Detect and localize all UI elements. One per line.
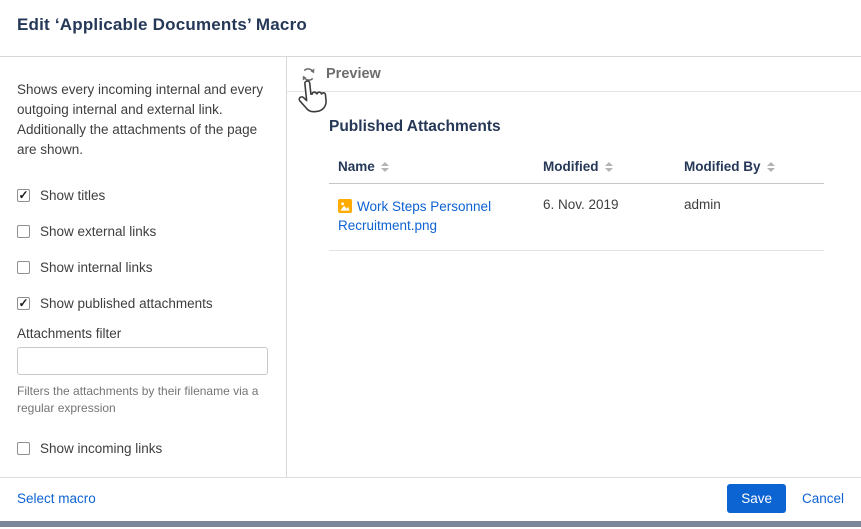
show-incoming-links-checkbox[interactable]	[17, 442, 30, 455]
attachment-link[interactable]: Work Steps Personnel Recruitment.png	[338, 199, 491, 233]
attachments-filter-label: Attachments filter	[17, 326, 268, 341]
show-titles-checkbox[interactable]	[17, 189, 30, 202]
show-external-links-checkbox[interactable]	[17, 225, 30, 238]
show-published-attachments-checkbox[interactable]	[17, 297, 30, 310]
show-internal-links-checkbox[interactable]	[17, 261, 30, 274]
attachments-filter-input[interactable]	[17, 347, 268, 375]
show-published-attachments-label: Show published attachments	[40, 296, 213, 311]
attachments-filter-help: Filters the attachments by their filenam…	[17, 383, 268, 416]
checkbox-row-show-published-attachments[interactable]: Show published attachments	[17, 296, 268, 311]
preview-label: Preview	[326, 66, 381, 82]
checkbox-row-show-internal-links[interactable]: Show internal links	[17, 260, 268, 275]
column-header-modified[interactable]: Modified	[543, 159, 599, 174]
column-header-name[interactable]: Name	[338, 159, 375, 174]
column-header-modified-by[interactable]: Modified By	[684, 159, 761, 174]
macro-settings-sidebar: Shows every incoming internal and every …	[0, 57, 287, 477]
checkbox-row-show-incoming-links[interactable]: Show incoming links	[17, 441, 268, 456]
sort-icon[interactable]	[605, 162, 613, 172]
show-titles-label: Show titles	[40, 188, 105, 203]
show-internal-links-label: Show internal links	[40, 260, 153, 275]
published-attachments-heading: Published Attachments	[329, 118, 861, 136]
preview-header: Preview	[287, 57, 861, 92]
dialog-title: Edit ‘Applicable Documents’ Macro	[17, 15, 861, 35]
checkbox-row-show-titles[interactable]: Show titles	[17, 188, 268, 203]
macro-edit-dialog: Edit ‘Applicable Documents’ Macro Shows …	[0, 0, 861, 529]
select-macro-link[interactable]: Select macro	[17, 491, 96, 506]
background-page-edge	[0, 521, 861, 527]
checkbox-row-show-external-links[interactable]: Show external links	[17, 224, 268, 239]
dialog-header: Edit ‘Applicable Documents’ Macro	[0, 0, 861, 57]
hand-cursor-icon	[293, 77, 329, 115]
macro-description: Shows every incoming internal and every …	[17, 80, 268, 160]
sort-icon[interactable]	[381, 162, 389, 172]
attachments-table-header: Name Modified Modified By	[329, 159, 824, 184]
bottom-strip	[0, 521, 861, 529]
attachments-table: Name Modified Modified By	[329, 159, 824, 251]
sort-icon[interactable]	[767, 162, 775, 172]
attachment-modified-by: admin	[684, 197, 824, 212]
dialog-footer: Select macro Save Cancel	[0, 477, 861, 519]
image-file-icon	[338, 199, 352, 213]
show-incoming-links-label: Show incoming links	[40, 441, 162, 456]
cancel-link[interactable]: Cancel	[802, 491, 844, 506]
preview-panel: Preview Published Attachments Name Modif…	[287, 57, 861, 477]
attachment-row: Work Steps Personnel Recruitment.png 6. …	[329, 184, 824, 251]
show-external-links-label: Show external links	[40, 224, 156, 239]
attachment-modified-date: 6. Nov. 2019	[543, 197, 684, 212]
save-button[interactable]: Save	[727, 484, 786, 513]
